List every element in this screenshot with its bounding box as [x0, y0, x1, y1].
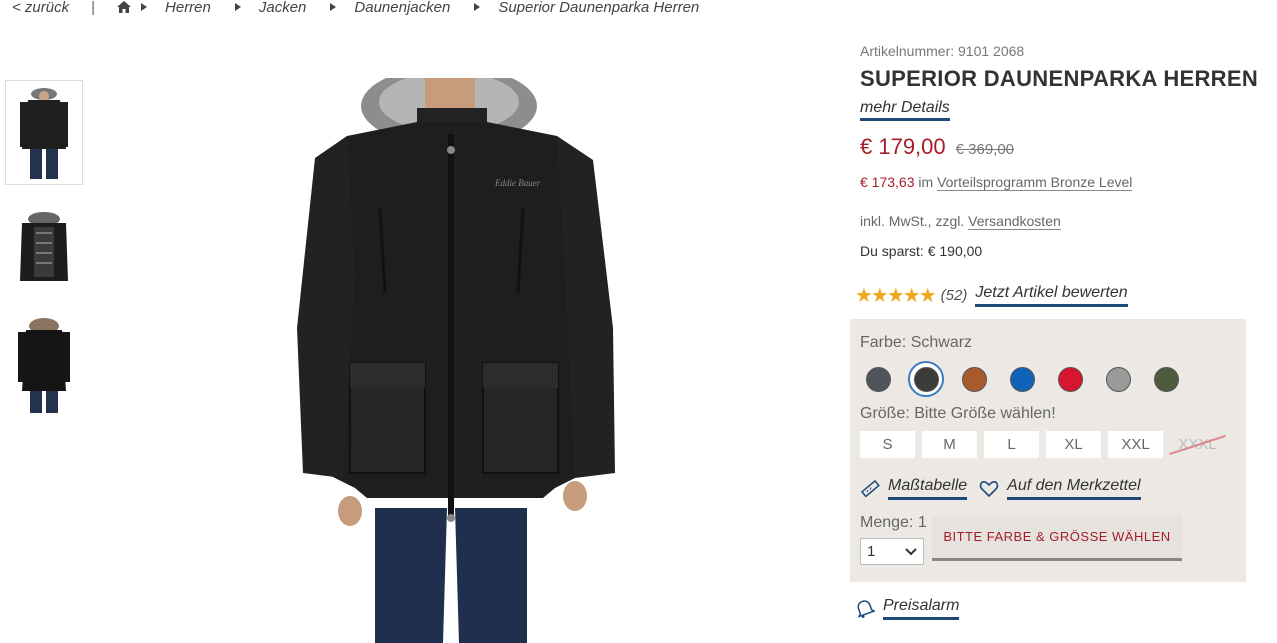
quantity-value: 1 — [867, 543, 876, 560]
option-actions: Maßtabelle Auf den Merkzettel — [860, 477, 1141, 500]
thumbnail-back[interactable] — [5, 312, 83, 417]
color-swatch-blau[interactable] — [1004, 361, 1040, 397]
breadcrumb-item-jacken[interactable]: Jacken — [259, 0, 307, 16]
wishlist-link[interactable]: Auf den Merkzettel — [1007, 477, 1141, 500]
thumbnail-gallery — [5, 80, 83, 428]
color-swatches — [860, 361, 1196, 397]
price-alarm-link[interactable]: Preisalarm — [883, 597, 960, 620]
rating: ★★★★★ (52) Jetzt Artikel bewerten — [855, 283, 1128, 307]
breadcrumb-separator: | — [91, 0, 96, 16]
back-link[interactable]: < zurück — [12, 0, 69, 16]
more-details-link[interactable]: mehr Details — [860, 99, 950, 121]
size-option-xxl[interactable]: XXL — [1108, 431, 1163, 458]
bell-icon[interactable] — [855, 599, 875, 619]
size-selector: S M L XL XXL XXXL — [860, 431, 1232, 458]
thumbnail-front[interactable] — [5, 80, 83, 185]
product-options: Farbe: Schwarz Größe: Bitte Größe wählen… — [850, 319, 1246, 582]
rating-stars-icon: ★★★★★ — [855, 283, 937, 307]
product-main-image[interactable]: Eddie Bauer — [275, 66, 645, 643]
loyalty-program-link[interactable]: Vorteilsprogramm Bronze Level — [937, 174, 1133, 191]
tax-info: inkl. MwSt., zzgl. Versandkosten — [860, 213, 1061, 230]
loyalty-price-value: € 173,63 — [860, 174, 915, 190]
size-option-s[interactable]: S — [860, 431, 915, 458]
breadcrumb-item-daunenjacken[interactable]: Daunenjacken — [354, 0, 450, 16]
breadcrumb-arrow-icon — [474, 3, 481, 11]
current-price: € 179,00 — [860, 134, 946, 159]
tax-text: inkl. MwSt., zzgl. — [860, 213, 965, 229]
color-swatch-braun[interactable] — [956, 361, 992, 397]
color-swatch-schwarz[interactable] — [908, 361, 944, 397]
quantity-label: Menge: 1 — [860, 514, 927, 531]
thumbnail-inside[interactable] — [5, 196, 83, 301]
breadcrumb-item-current: Superior Daunenparka Herren — [498, 0, 700, 16]
color-swatch-oliv[interactable] — [1148, 361, 1184, 397]
size-option-xxxl: XXXL — [1170, 431, 1225, 458]
breadcrumb-arrow-icon — [141, 3, 148, 11]
article-number: Artikelnummer: 9101 2068 — [860, 43, 1025, 59]
ruler-icon[interactable] — [860, 479, 880, 499]
home-icon[interactable] — [117, 1, 132, 13]
chevron-down-icon — [905, 547, 917, 555]
price-alarm: Preisalarm — [855, 597, 960, 620]
color-label: Farbe: Schwarz — [860, 334, 973, 351]
breadcrumb: < zurück | Herren Jacken Daunenjacken Su… — [12, 0, 699, 17]
svg-text:Eddie Bauer: Eddie Bauer — [494, 178, 541, 188]
size-label: Größe: Bitte Größe wählen! — [860, 405, 1056, 422]
rate-article-link[interactable]: Jetzt Artikel bewerten — [975, 284, 1128, 307]
heart-icon[interactable] — [979, 479, 999, 499]
old-price: € 369,00 — [955, 141, 1015, 158]
color-swatch-rot[interactable] — [1052, 361, 1088, 397]
price-row: € 179,00 € 369,00 — [860, 134, 1014, 160]
product-title: SUPERIOR DAUNENPARKA HERREN — [860, 66, 1259, 91]
shipping-costs-link[interactable]: Versandkosten — [968, 213, 1061, 230]
breadcrumb-arrow-icon — [234, 3, 241, 11]
rating-count: (52) — [940, 286, 968, 304]
size-option-xl[interactable]: XL — [1046, 431, 1101, 458]
size-option-m[interactable]: M — [922, 431, 977, 458]
size-option-l[interactable]: L — [984, 431, 1039, 458]
savings-text: Du sparst: € 190,00 — [860, 243, 983, 259]
loyalty-in-text: im — [918, 174, 934, 190]
add-to-cart-button[interactable]: BITTE FARBE & GRÖSSE WÄHLEN — [932, 515, 1182, 561]
color-swatch-grau-hell[interactable] — [1100, 361, 1136, 397]
size-chart-link[interactable]: Maßtabelle — [888, 477, 968, 500]
color-swatch-grau-dunkel[interactable] — [860, 361, 896, 397]
loyalty-price: € 173,63 im Vorteilsprogramm Bronze Leve… — [860, 174, 1133, 191]
quantity-select[interactable]: 1 — [860, 538, 924, 565]
breadcrumb-arrow-icon — [330, 3, 337, 11]
breadcrumb-item-herren[interactable]: Herren — [165, 0, 211, 16]
